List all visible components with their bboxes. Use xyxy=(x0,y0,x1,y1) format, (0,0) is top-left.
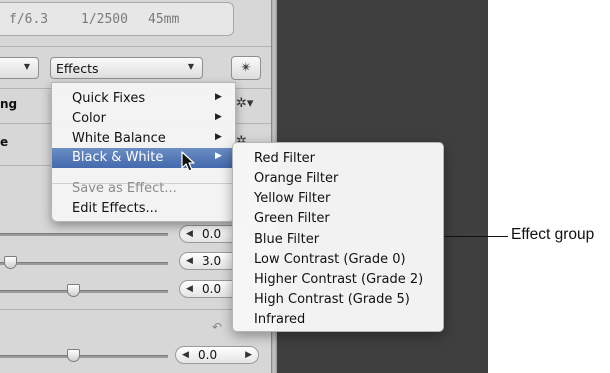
decrement-icon[interactable]: ◀ xyxy=(182,347,189,363)
value-stepper[interactable]: ◀ 0.0 ▶ xyxy=(175,346,259,364)
magic-wand-button[interactable]: ✴ xyxy=(231,56,261,80)
menu-item-quick-fixes[interactable]: Quick Fixes ▶ xyxy=(52,89,235,109)
section-label: ng xyxy=(0,97,18,111)
undo-icon[interactable]: ↶ xyxy=(212,320,222,334)
chevron-down-icon: ▼ xyxy=(23,62,30,71)
submenu-item-higher-contrast[interactable]: Higher Contrast (Grade 2) xyxy=(254,272,423,287)
mouse-pointer-icon xyxy=(181,151,195,172)
presets-popup[interactable]: ▼ xyxy=(0,57,39,79)
submenu-item-blue-filter[interactable]: Blue Filter xyxy=(254,232,319,247)
stepper-value[interactable]: 3.0 xyxy=(202,254,221,268)
decrement-icon[interactable]: ◀ xyxy=(186,281,193,297)
shutter-value: 1/2500 xyxy=(81,12,128,27)
black-white-submenu: Red Filter Orange Filter Yellow Filter G… xyxy=(232,142,444,332)
slider-knob[interactable] xyxy=(4,256,17,269)
divider xyxy=(0,309,271,310)
slider-track[interactable] xyxy=(0,262,168,265)
menu-item-label: Black & White xyxy=(72,150,164,165)
menu-item-edit-effects[interactable]: Edit Effects... xyxy=(52,199,235,219)
slider-track[interactable] xyxy=(0,290,168,293)
menu-item-white-balance[interactable]: White Balance ▶ xyxy=(52,129,235,149)
chevron-right-icon: ▶ xyxy=(215,151,222,161)
chevron-down-icon: ▼ xyxy=(187,62,194,71)
menu-item-label: Quick Fixes xyxy=(72,91,146,106)
menu-item-color[interactable]: Color ▶ xyxy=(52,109,235,129)
menu-item-black-and-white[interactable]: Black & White ▶ xyxy=(52,148,235,168)
stepper-value[interactable]: 0.0 xyxy=(202,282,221,296)
slider-track[interactable] xyxy=(0,355,168,358)
menu-item-label: Save as Effect... xyxy=(72,181,177,196)
focal-length-value: 45mm xyxy=(148,12,180,27)
submenu-item-orange-filter[interactable]: Orange Filter xyxy=(254,171,338,186)
decrement-icon[interactable]: ◀ xyxy=(186,226,193,242)
slider-track[interactable] xyxy=(0,233,168,236)
gear-icon[interactable]: ✲▾ xyxy=(236,96,253,111)
chevron-right-icon: ▶ xyxy=(215,132,222,142)
stepper-value[interactable]: 0.0 xyxy=(202,227,221,241)
magic-wand-icon: ✴ xyxy=(240,60,252,76)
aperture-value: f/6.3 xyxy=(9,12,49,27)
submenu-item-green-filter[interactable]: Green Filter xyxy=(254,211,330,226)
exif-info-bar: f/6.3 1/2500 45mm xyxy=(0,2,234,36)
menu-item-label: Edit Effects... xyxy=(72,201,158,216)
stepper-value[interactable]: 0.0 xyxy=(198,348,217,362)
submenu-item-high-contrast[interactable]: High Contrast (Grade 5) xyxy=(254,292,410,307)
submenu-item-yellow-filter[interactable]: Yellow Filter xyxy=(254,191,330,206)
increment-icon[interactable]: ▶ xyxy=(245,347,252,363)
callout-label: Effect group xyxy=(511,226,595,243)
menu-item-save-as-effect: Save as Effect... xyxy=(52,179,235,199)
effects-menu: Quick Fixes ▶ Color ▶ White Balance ▶ Bl… xyxy=(51,82,236,222)
effects-popup[interactable]: Effects ▼ xyxy=(50,57,203,79)
divider xyxy=(0,46,271,47)
submenu-item-red-filter[interactable]: Red Filter xyxy=(254,151,315,166)
effects-popup-label: Effects xyxy=(56,61,99,76)
slider-knob[interactable] xyxy=(67,284,80,297)
submenu-item-low-contrast[interactable]: Low Contrast (Grade 0) xyxy=(254,252,406,267)
slider-knob[interactable] xyxy=(67,349,80,362)
menu-item-label: White Balance xyxy=(72,131,166,146)
menu-item-label: Color xyxy=(72,111,106,126)
submenu-item-infrared[interactable]: Infrared xyxy=(254,312,305,327)
section-label: e xyxy=(0,135,9,149)
decrement-icon[interactable]: ◀ xyxy=(186,253,193,269)
chevron-right-icon: ▶ xyxy=(215,112,222,122)
chevron-right-icon: ▶ xyxy=(215,92,222,102)
callout-leader-line xyxy=(444,236,508,237)
